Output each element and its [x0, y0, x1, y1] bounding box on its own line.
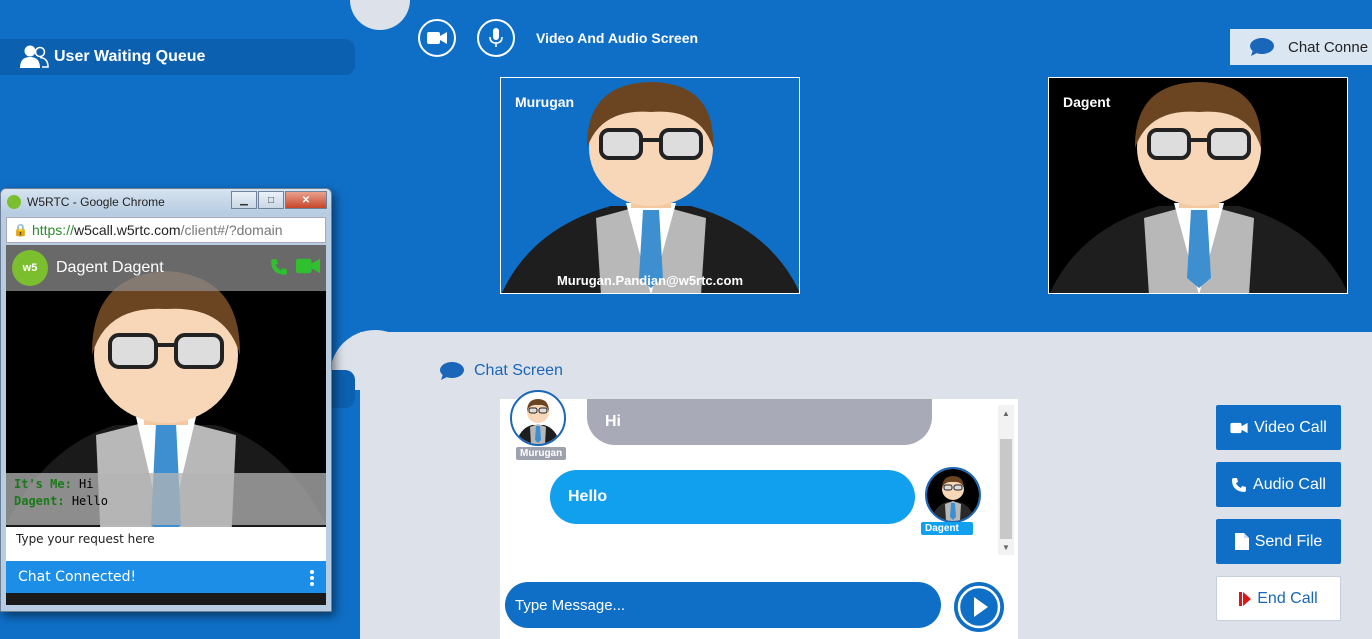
phone-icon[interactable]	[270, 257, 288, 277]
scroll-thumb[interactable]	[1000, 439, 1012, 539]
chat-connected-tab[interactable]: Chat Conne	[1230, 29, 1372, 65]
message-text: Hello	[568, 488, 608, 505]
minimize-icon[interactable]: ▁	[231, 191, 257, 209]
url-host: w5call.w5rtc.com	[73, 222, 181, 238]
more-options-icon[interactable]	[310, 570, 314, 586]
video-camera-icon[interactable]	[296, 257, 320, 275]
end-call-label: End Call	[1257, 589, 1318, 607]
audio-call-button[interactable]: Audio Call	[1216, 462, 1341, 507]
video-camera-icon	[1230, 422, 1248, 433]
user-waiting-queue-header[interactable]: User Waiting Queue	[0, 39, 355, 75]
murugan-avatar	[510, 390, 566, 446]
end-call-button[interactable]: End Call	[1216, 576, 1341, 621]
phone-icon	[1232, 477, 1247, 492]
local-video: Murugan Murugan.Pandian@w5rtc.com	[500, 77, 800, 294]
popup-browser-window: W5RTC - Google Chrome ▁ □ ✕ 🔒 https:// w…	[0, 188, 332, 612]
scroll-down-icon[interactable]: ▼	[998, 543, 1014, 552]
microphone-toggle-button[interactable]	[477, 19, 515, 57]
video-call-label: Video Call	[1254, 418, 1327, 436]
local-participant-name: Murugan	[515, 94, 575, 110]
popup-status-text: Chat Connected!	[18, 569, 137, 585]
video-audio-screen-title: Video And Audio Screen	[536, 30, 699, 46]
audio-call-label: Audio Call	[1253, 475, 1326, 493]
close-icon[interactable]: ✕	[285, 191, 327, 209]
microphone-icon	[489, 28, 503, 47]
message-sender-tag: Dagent	[921, 522, 973, 535]
chat-screen-title: Chat Screen	[440, 362, 563, 380]
popup-chat-header: w5 Dagent Dagent	[6, 245, 326, 291]
chat-bubble-icon	[440, 362, 464, 380]
chat-screen-title-text: Chat Screen	[474, 362, 563, 379]
log-sender: Dagent:	[14, 494, 65, 508]
incoming-message-bubble: Hi	[587, 399, 932, 445]
popup-input-placeholder: Type your request here	[16, 532, 155, 546]
url-path: /client#/?domain	[180, 222, 283, 238]
popup-titlebar[interactable]: W5RTC - Google Chrome ▁ □ ✕	[1, 189, 331, 215]
agent-name: Dagent Dagent	[56, 259, 164, 276]
log-text: Hi	[79, 477, 94, 491]
end-call-icon	[1239, 591, 1252, 606]
send-message-button[interactable]	[954, 582, 1004, 632]
play-arrow-icon	[957, 585, 1001, 629]
log-line: Dagent: Hello	[14, 493, 318, 510]
scroll-up-icon[interactable]: ▲	[998, 409, 1014, 418]
local-avatar-image	[501, 82, 799, 293]
address-bar[interactable]: 🔒 https:// w5call.w5rtc.com /client#/?do…	[6, 217, 326, 243]
remote-participant-name: Dagent	[1063, 94, 1111, 110]
url-scheme: https://	[31, 222, 74, 238]
message-input[interactable]: Type Message...	[505, 582, 941, 628]
video-camera-icon	[427, 32, 447, 44]
maximize-icon[interactable]: □	[258, 191, 284, 209]
video-toggle-button[interactable]	[418, 19, 456, 57]
chrome-app-icon	[7, 195, 21, 209]
chat-bubble-icon	[1250, 38, 1274, 56]
popup-chat-log: It's Me: Hi Dagent: Hello	[6, 473, 326, 525]
popup-video-area: w5 Dagent Dagent It's Me: Hi Dagent: Hel…	[6, 245, 326, 605]
users-icon	[20, 45, 49, 68]
lock-icon: 🔒	[13, 223, 28, 237]
message-sender-tag: Murugan	[516, 447, 567, 460]
popup-window-title: W5RTC - Google Chrome	[27, 195, 165, 209]
popup-request-input[interactable]: Type your request here	[6, 527, 326, 561]
message-input-placeholder: Type Message...	[515, 596, 626, 614]
log-sender: It's Me:	[14, 477, 72, 491]
file-icon	[1234, 533, 1249, 550]
chat-connected-label: Chat Conne	[1288, 38, 1369, 56]
dagent-avatar	[925, 467, 981, 523]
send-file-button[interactable]: Send File	[1216, 519, 1341, 564]
popup-status-bar: Chat Connected!	[6, 561, 326, 593]
log-text: Hello	[71, 494, 108, 508]
local-participant-email: Murugan.Pandian@w5rtc.com	[556, 273, 744, 288]
send-file-label: Send File	[1254, 532, 1323, 550]
chat-scrollbar[interactable]: ▲ ▼	[998, 405, 1014, 555]
remote-avatar-image	[1049, 82, 1347, 293]
outgoing-message-bubble: Hello	[550, 470, 915, 524]
dagent-avatar-image	[927, 469, 979, 521]
w5-brand-logo: w5	[12, 250, 48, 286]
log-line: It's Me: Hi	[14, 476, 318, 493]
message-text: Hi	[605, 413, 621, 430]
murugan-avatar-image	[516, 399, 560, 444]
video-call-button[interactable]: Video Call	[1216, 405, 1341, 450]
remote-video: Dagent	[1048, 77, 1348, 294]
queue-title: User Waiting Queue	[54, 48, 206, 65]
